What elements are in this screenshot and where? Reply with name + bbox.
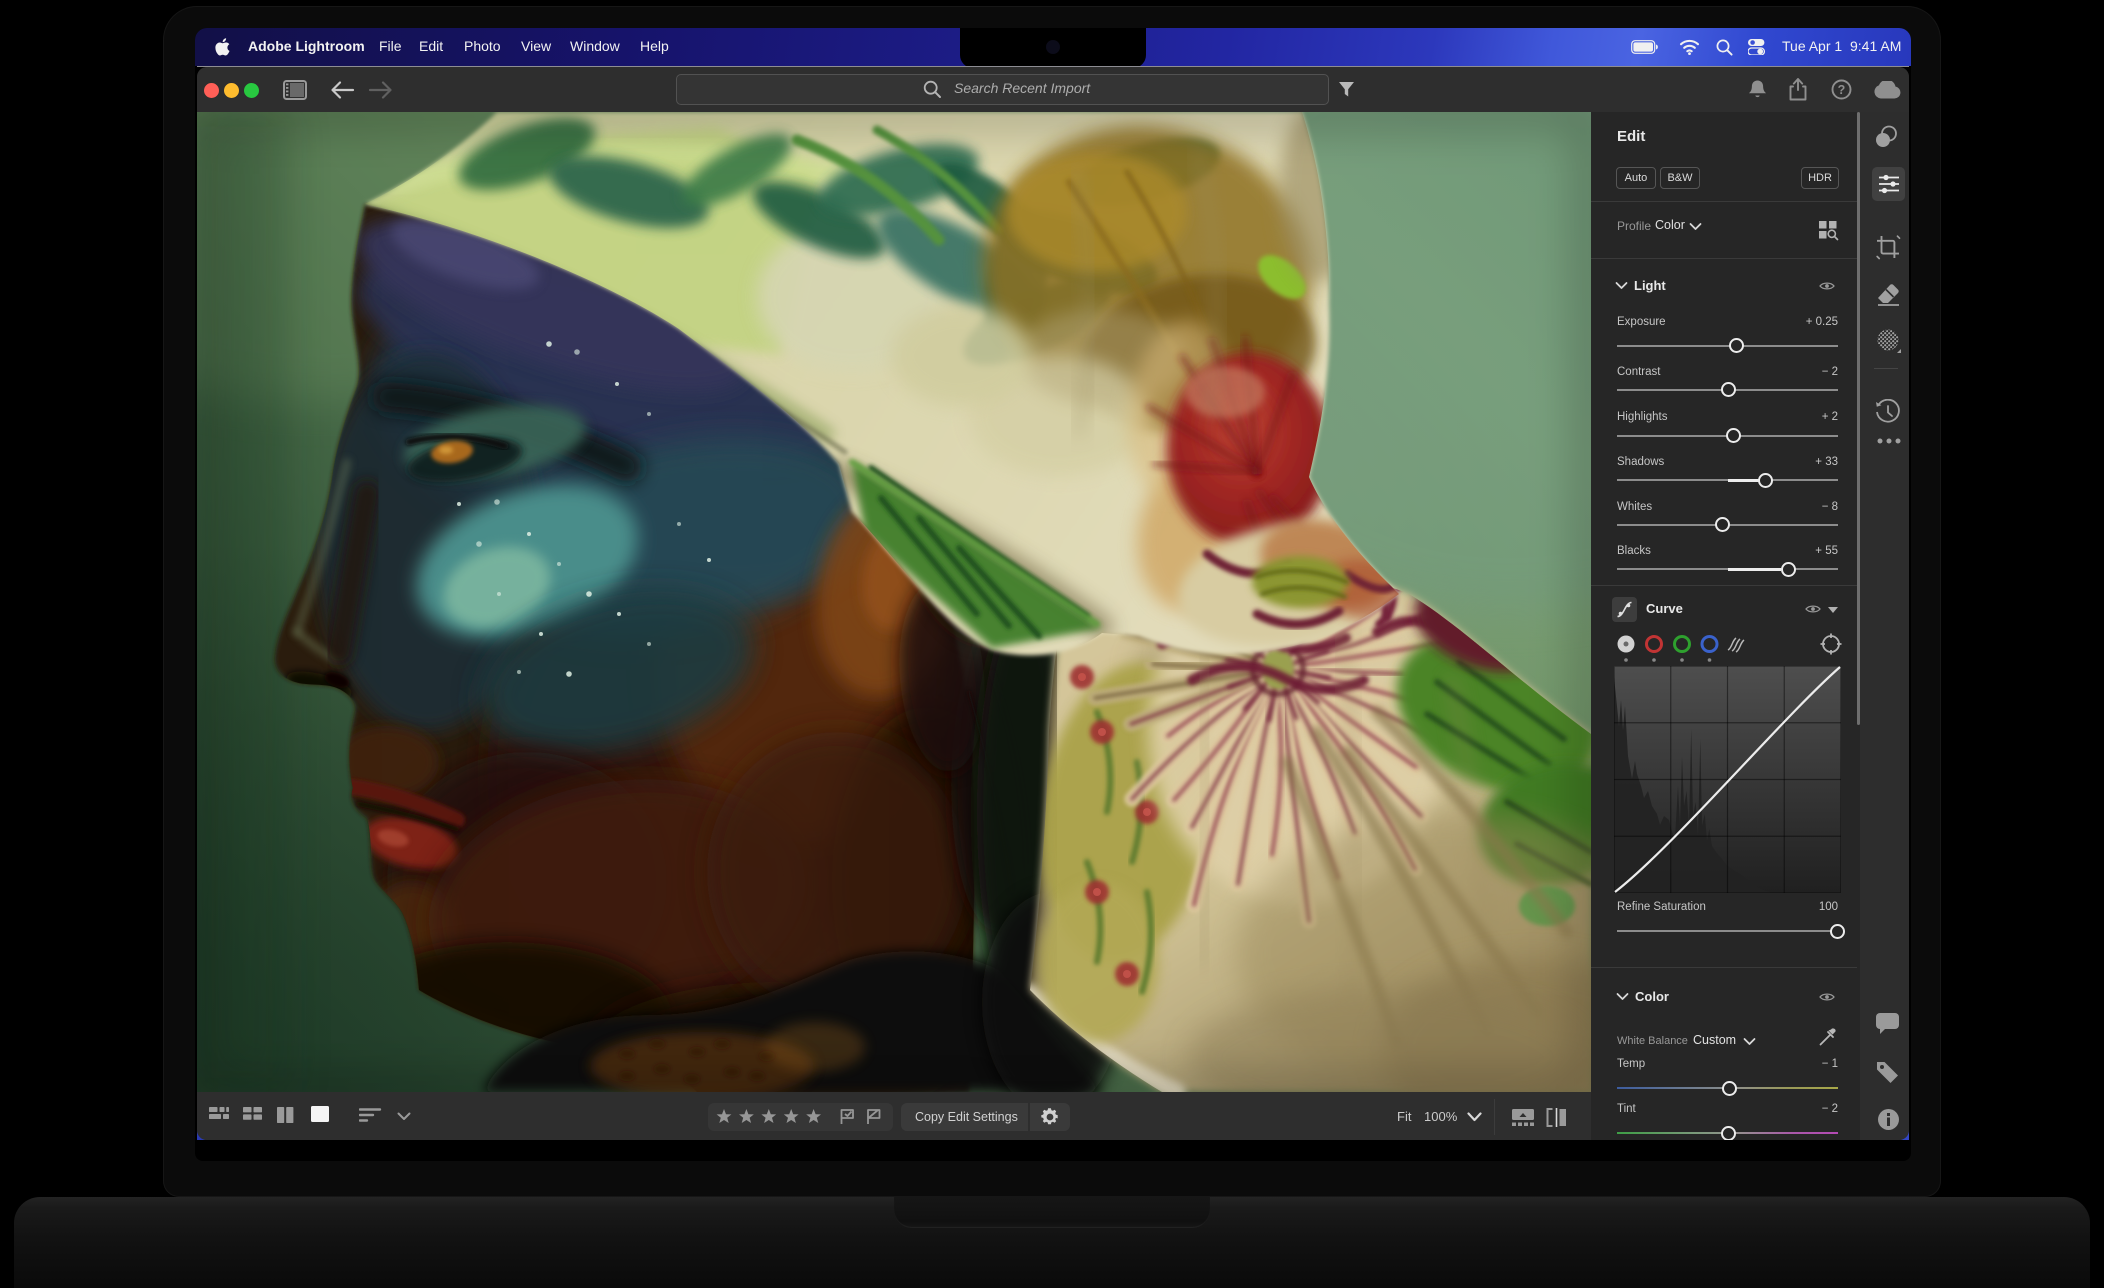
svg-text:?: ? bbox=[1838, 83, 1846, 97]
